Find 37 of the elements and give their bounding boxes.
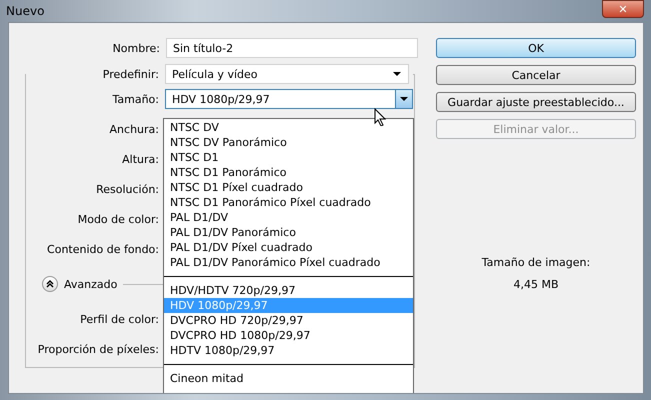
size-option[interactable]: HDV/HDTV 720p/29,97 [164, 283, 413, 298]
size-option[interactable]: NTSC DV [164, 120, 413, 135]
window-title: Nuevo [6, 4, 44, 18]
field-label: Modo de color: [76, 212, 159, 226]
size-option[interactable]: NTSC D1 Panorámico Píxel cuadrado [164, 195, 413, 210]
name-field[interactable]: Sin título-2 [166, 38, 418, 58]
dialog-button[interactable]: Cancelar [436, 65, 636, 85]
size-option[interactable]: PAL D1/DV Píxel cuadrado [164, 240, 413, 255]
size-option[interactable]: PAL D1/DV Panorámico Píxel cuadrado [164, 255, 413, 270]
field-label: Predefinir: [102, 68, 159, 80]
advanced-label: Avanzado [64, 278, 118, 290]
field-label: Anchura: [108, 122, 159, 136]
size-option[interactable]: PAL D1/DV [164, 210, 413, 225]
size-dropdown[interactable]: HDV 1080p/29,97 [165, 89, 413, 109]
size-option[interactable]: HDTV 1080p/29,97 [164, 343, 413, 358]
size-option[interactable]: PAL D1/DV Panorámico [164, 225, 413, 240]
field-label: Nombre: [112, 42, 160, 54]
size-option[interactable]: NTSC D1 Panorámico [164, 165, 413, 180]
advanced-toggle-icon[interactable] [42, 276, 58, 292]
size-option[interactable]: NTSC D1 Píxel cuadrado [164, 180, 413, 195]
size-option[interactable]: NTSC D1 [164, 150, 413, 165]
field-label: Altura: [121, 152, 159, 166]
preset-dropdown[interactable]: Película y vídeo [165, 64, 409, 84]
dialog-button[interactable]: OK [436, 38, 636, 58]
image-size-label: Tamaño de imagen: [482, 256, 590, 269]
size-option[interactable]: DVCPRO HD 1080p/29,97 [164, 328, 413, 343]
size-option[interactable]: Cineon mitad [164, 371, 413, 386]
field-label: Resolución: [95, 182, 159, 196]
size-option[interactable]: NTSC DV Panorámico [164, 135, 413, 150]
caret-icon [393, 72, 401, 76]
dialog-button[interactable]: Guardar ajuste preestablecido... [436, 92, 636, 112]
field-label: Proporción de píxeles: [36, 342, 159, 356]
field-label: Tamaño: [111, 92, 159, 106]
image-size-value: 4,45 MB [513, 278, 559, 291]
field-label: Contenido de fondo: [46, 242, 159, 256]
size-option[interactable]: DVCPRO HD 720p/29,97 [164, 313, 413, 328]
field-label: Perfil de color: [79, 312, 159, 326]
